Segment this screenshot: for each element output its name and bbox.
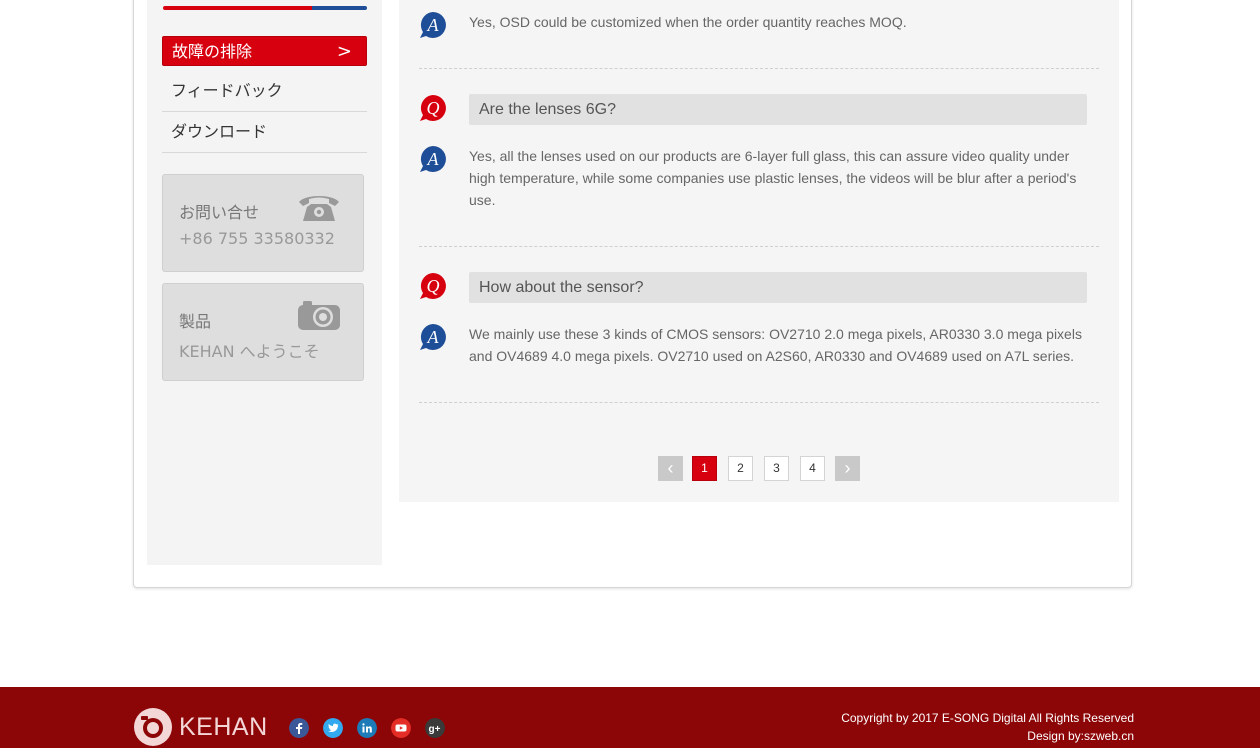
sidebar-accent-bar (163, 6, 367, 10)
linkedin-icon[interactable] (357, 718, 377, 738)
page-button-3[interactable]: 3 (764, 456, 789, 481)
youtube-icon[interactable] (391, 718, 411, 738)
copyright-block: Copyright by 2017 E-SONG Digital All Rig… (841, 709, 1134, 745)
svg-text:Q: Q (427, 276, 440, 296)
faq-question[interactable]: How about the sensor? (469, 272, 1087, 303)
pagination: ‹ 1 2 3 4 › (658, 456, 860, 481)
svg-text:A: A (427, 149, 440, 169)
design-credit[interactable]: Design by:szweb.cn (841, 727, 1134, 745)
prev-page-button[interactable]: ‹ (658, 456, 683, 481)
svg-text:A: A (427, 15, 440, 35)
faq-question[interactable]: Are the lenses 6G? (469, 94, 1087, 125)
products-box[interactable]: 製品 KEHAN へようこそ (162, 283, 364, 381)
chevron-right-icon: > (336, 41, 352, 62)
sidebar-menu: 故障の排除 > フィードバック ダウンロード (162, 36, 367, 153)
next-page-button[interactable]: › (835, 456, 860, 481)
faq-divider (419, 246, 1099, 247)
page-button-4[interactable]: 4 (800, 456, 825, 481)
contact-box[interactable]: お問い合せ +86 755 33580332 (162, 174, 364, 272)
svg-text:g+: g+ (429, 724, 441, 735)
question-q-icon: Q (420, 95, 446, 121)
facebook-icon[interactable] (289, 718, 309, 738)
footer: KEHAN g+ Copyright by 2017 E-SONG Digita… (0, 687, 1260, 748)
sidebar-item-download[interactable]: ダウンロード (162, 112, 367, 153)
faq-area (399, 0, 1119, 502)
kehan-logo-icon (134, 708, 172, 746)
page-button-2[interactable]: 2 (728, 456, 753, 481)
products-subtitle: KEHAN へようこそ (179, 342, 320, 361)
svg-text:A: A (427, 327, 440, 347)
twitter-icon[interactable] (323, 718, 343, 738)
sidebar-item-label: 故障の排除 (172, 42, 253, 61)
question-q-icon: Q (420, 273, 446, 299)
sidebar-item-label: ダウンロード (171, 122, 268, 141)
contact-phone: +86 755 33580332 (179, 229, 335, 248)
faq-answer: We mainly use these 3 kinds of CMOS sens… (469, 326, 1082, 364)
page: 故障の排除 > フィードバック ダウンロード お問い合せ +86 755 335… (0, 0, 1260, 748)
faq-divider (419, 68, 1099, 69)
sidebar-item-feedback[interactable]: フィードバック (162, 71, 367, 112)
answer-a-icon: A (420, 12, 446, 38)
camera-icon (298, 301, 340, 330)
page-button-1[interactable]: 1 (692, 456, 717, 481)
faq-answer: Yes, OSD could be customized when the or… (469, 14, 907, 30)
svg-text:Q: Q (427, 98, 440, 118)
faq-divider (419, 402, 1099, 403)
footer-logo[interactable]: KEHAN (133, 707, 268, 747)
sidebar-item-label: フィードバック (171, 81, 283, 100)
answer-a-icon: A (420, 146, 446, 172)
sidebar-item-troubleshooting[interactable]: 故障の排除 > (162, 36, 367, 66)
faq-answer: Yes, all the lenses used on our products… (469, 148, 1077, 208)
google-plus-icon[interactable]: g+ (425, 718, 445, 738)
answer-a-icon: A (420, 324, 446, 350)
brand-name: KEHAN (179, 712, 268, 741)
copyright-text: Copyright by 2017 E-SONG Digital All Rig… (841, 711, 1134, 725)
telephone-icon (299, 196, 339, 221)
